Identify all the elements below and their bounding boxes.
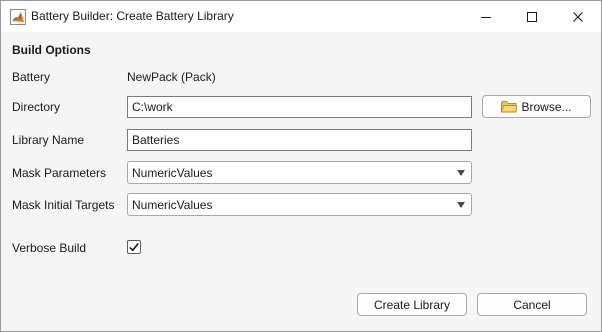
mask-parameters-label: Mask Parameters [12, 166, 107, 180]
verbose-build-label: Verbose Build [12, 241, 87, 255]
mask-initial-targets-dropdown[interactable]: NumericValues [127, 193, 472, 216]
section-title: Build Options [12, 43, 91, 57]
minimize-button[interactable] [463, 1, 509, 32]
create-library-button[interactable]: Create Library [357, 293, 467, 316]
cancel-label: Cancel [513, 297, 551, 312]
matlab-logo-icon [10, 9, 26, 25]
maximize-button[interactable] [509, 1, 555, 32]
battery-label: Battery [12, 70, 51, 84]
title-bar: Battery Builder: Create Battery Library [1, 1, 601, 32]
verbose-build-checkbox[interactable] [127, 240, 141, 254]
close-icon [572, 11, 584, 23]
directory-field[interactable]: C:\work [127, 96, 472, 118]
folder-icon [501, 100, 518, 113]
maximize-icon [526, 11, 538, 23]
mask-parameters-dropdown[interactable]: NumericValues [127, 161, 472, 184]
close-button[interactable] [555, 1, 601, 32]
mask-initial-targets-label: Mask Initial Targets [12, 198, 115, 212]
browse-label: Browse... [521, 99, 572, 114]
library-name-field[interactable]: Batteries [127, 129, 472, 151]
directory-label: Directory [12, 100, 61, 114]
browse-button[interactable]: Browse... [482, 95, 591, 118]
mask-initial-targets-selected: NumericValues [132, 198, 213, 212]
window-title: Battery Builder: Create Battery Library [31, 9, 234, 23]
chevron-down-icon [457, 202, 465, 208]
dialog-window: Battery Builder: Create Battery Library … [0, 0, 602, 332]
create-library-label: Create Library [373, 297, 451, 312]
build-options-panel: Build Options Battery NewPack (Pack) Dir… [1, 32, 601, 331]
mask-parameters-selected: NumericValues [132, 166, 213, 180]
cancel-button[interactable]: Cancel [477, 293, 587, 316]
minimize-icon [480, 11, 492, 23]
library-name-label: Library Name [12, 133, 85, 147]
chevron-down-icon [457, 170, 465, 176]
battery-value: NewPack (Pack) [127, 70, 216, 84]
